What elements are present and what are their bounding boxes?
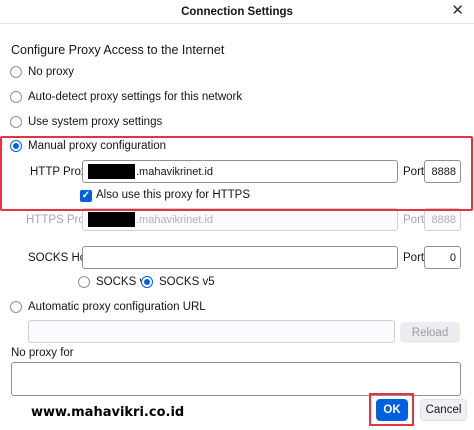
- http-port-value: 8888: [431, 165, 456, 178]
- https-checkbox[interactable]: ✓: [80, 190, 92, 202]
- redaction-mask: [88, 212, 135, 227]
- no-proxy-radio[interactable]: [10, 66, 22, 78]
- system-proxy-label: Use system proxy settings: [28, 116, 163, 128]
- http-proxy-host: .mahavikrinet.id: [136, 165, 214, 178]
- system-proxy-radio[interactable]: [10, 116, 22, 128]
- manual-proxy-radio[interactable]: [10, 140, 22, 152]
- no-proxy-for-textarea[interactable]: [11, 362, 461, 396]
- socks-host-input[interactable]: [82, 246, 398, 269]
- auto-url-radio[interactable]: [10, 301, 22, 313]
- https-port-input: 8888: [424, 208, 461, 231]
- pac-url-input: [28, 320, 395, 343]
- https-checkbox-label: Also use this proxy for HTTPS: [96, 189, 251, 201]
- auto-detect-radio[interactable]: [10, 91, 22, 103]
- manual-proxy-option[interactable]: Manual proxy configuration: [10, 140, 166, 152]
- socks-v5-radio[interactable]: [141, 276, 153, 288]
- socks-v5-option[interactable]: SOCKS v5: [141, 276, 215, 288]
- socks-v5-label: SOCKS v5: [159, 276, 215, 288]
- socks-port-label: Port: [403, 252, 425, 264]
- socks-port-value: 0: [449, 251, 456, 264]
- https-port-label: Port: [403, 214, 425, 226]
- no-proxy-label: No proxy: [28, 66, 75, 78]
- auto-detect-label: Auto-detect proxy settings for this netw…: [28, 91, 243, 103]
- http-port-label: Port: [403, 166, 425, 178]
- section-heading: Configure Proxy Access to the Internet: [11, 43, 225, 57]
- window-title: Connection Settings: [181, 6, 293, 18]
- redaction-mask: [88, 164, 135, 179]
- title-bar: Connection Settings ✕: [0, 0, 474, 24]
- manual-proxy-label: Manual proxy configuration: [28, 140, 167, 152]
- close-icon[interactable]: ✕: [451, 3, 464, 19]
- http-port-input[interactable]: 8888: [424, 160, 461, 183]
- auto-url-option[interactable]: Automatic proxy configuration URL: [10, 301, 206, 313]
- no-proxy-option[interactable]: No proxy: [10, 66, 74, 78]
- auto-detect-option[interactable]: Auto-detect proxy settings for this netw…: [10, 91, 242, 103]
- watermark-text: www.mahavikri.co.id: [31, 405, 185, 420]
- reload-button: Reload: [400, 322, 460, 343]
- https-proxy-input: .mahavikrinet.id: [82, 208, 398, 231]
- system-proxy-option[interactable]: Use system proxy settings: [10, 116, 162, 128]
- socks-v4-radio[interactable]: [78, 276, 90, 288]
- ok-button[interactable]: OK: [376, 399, 408, 421]
- https-port-value: 8888: [431, 213, 456, 226]
- cancel-button[interactable]: Cancel: [420, 399, 467, 421]
- http-proxy-input[interactable]: .mahavikrinet.id: [82, 160, 398, 183]
- socks-port-input[interactable]: 0: [424, 246, 461, 269]
- auto-url-label: Automatic proxy configuration URL: [28, 301, 206, 313]
- no-proxy-for-label: No proxy for: [11, 347, 74, 359]
- https-proxy-host: .mahavikrinet.id: [136, 213, 214, 226]
